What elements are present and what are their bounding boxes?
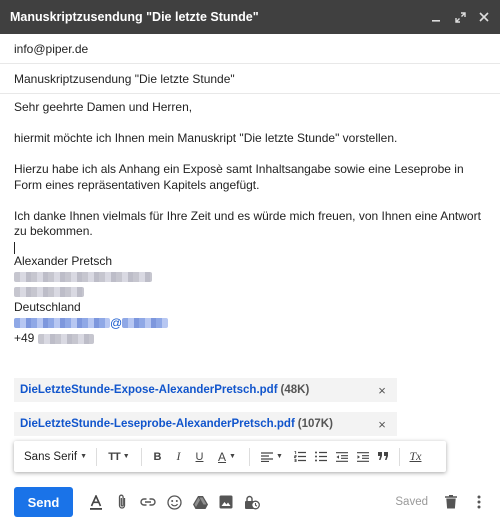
more-options-icon[interactable]	[468, 491, 490, 513]
numbered-list-button[interactable]	[289, 446, 310, 468]
font-size-button[interactable]: TT ▼	[102, 446, 136, 468]
text-color-button[interactable]: A ▼	[210, 446, 244, 468]
toolbar-divider	[96, 447, 97, 466]
text-size-icon: TT	[108, 450, 120, 463]
redacted-address-1	[14, 269, 484, 285]
chevron-down-icon: ▼	[276, 453, 283, 460]
compose-titlebar[interactable]: Manuskriptzusendung "Die letzte Stunde"	[0, 0, 500, 34]
underline-button[interactable]: U	[189, 446, 210, 468]
toolbar-divider	[249, 447, 250, 466]
insert-link-icon[interactable]	[137, 491, 159, 513]
attachment-size: (107K)	[297, 418, 333, 430]
bulleted-list-button[interactable]	[310, 446, 331, 468]
signature-name: Alexander Pretsch	[14, 253, 113, 268]
country-text: Deutschland	[14, 300, 81, 314]
italic-icon: I	[176, 449, 181, 463]
indent-less-icon	[335, 451, 348, 462]
toolbar-divider	[141, 447, 142, 466]
indent-more-button[interactable]	[352, 446, 373, 468]
chevron-down-icon: ▼	[229, 453, 236, 460]
to-recipient[interactable]: info@piper.de	[14, 42, 88, 56]
indent-less-button[interactable]	[331, 446, 352, 468]
text-color-icon: A	[218, 449, 227, 464]
subject-text: Manuskriptzusendung "Die letzte Stunde"	[14, 71, 235, 86]
emoji-icon[interactable]	[163, 491, 185, 513]
greeting-text: Sehr geehrte Damen und Herren,	[14, 100, 193, 114]
remove-attachment-icon[interactable]: ×	[375, 383, 389, 398]
numbered-list-icon	[293, 451, 306, 462]
subject-field[interactable]: Manuskriptzusendung "Die letzte Stunde"	[0, 64, 500, 94]
phone-prefix: +49	[14, 331, 35, 345]
compose-title: Manuskriptzusendung "Die letzte Stunde"	[10, 10, 259, 24]
attach-file-icon[interactable]	[111, 491, 133, 513]
attachment-size: (48K)	[280, 384, 310, 396]
formatting-toolbar: Sans Serif ▼ TT ▼ B I U A ▼ ▼ Tx	[14, 441, 446, 472]
font-family-label: Sans Serif	[24, 450, 78, 463]
saved-status: Saved	[395, 496, 428, 508]
bulleted-list-icon	[314, 451, 327, 462]
clear-formatting-icon: Tx	[409, 449, 422, 463]
attachment-chip[interactable]: DieLetzteStunde-Leseprobe-AlexanderPrets…	[14, 412, 397, 436]
compose-bottom-bar: Send Saved	[0, 484, 500, 520]
font-family-select[interactable]: Sans Serif ▼	[20, 451, 91, 463]
paragraph-2: Hierzu habe ich als Anhang ein Exposè sa…	[14, 162, 464, 192]
expand-icon[interactable]	[454, 11, 466, 23]
to-field[interactable]: info@piper.de	[0, 34, 500, 64]
underline-icon: U	[195, 450, 204, 463]
chevron-down-icon: ▼	[80, 453, 87, 460]
attachment-name[interactable]: DieLetzteStunde-Leseprobe-AlexanderPrets…	[20, 418, 295, 430]
message-body[interactable]: Sehr geehrte Damen und Herren, hiermit m…	[14, 100, 484, 347]
indent-more-icon	[356, 451, 369, 462]
email-at[interactable]: @	[110, 316, 122, 330]
text-cursor	[14, 241, 15, 254]
quote-icon	[378, 452, 388, 460]
paragraph-1: hiermit möchte ich Ihnen mein Manuskript…	[14, 131, 398, 145]
send-button[interactable]: Send	[14, 487, 73, 517]
insert-photo-icon[interactable]	[215, 491, 237, 513]
minimize-icon[interactable]	[430, 11, 442, 23]
remove-attachment-icon[interactable]: ×	[375, 417, 389, 432]
italic-button[interactable]: I	[168, 446, 189, 468]
redacted-address-2	[14, 285, 484, 301]
close-icon[interactable]	[478, 11, 490, 23]
attachment-name[interactable]: DieLetzteStunde-Expose-AlexanderPretsch.…	[20, 384, 278, 396]
paragraph-3: Ich danke Ihnen vielmals für Ihre Zeit u…	[14, 208, 481, 239]
email-line[interactable]: @	[14, 316, 484, 332]
bold-button[interactable]: B	[147, 446, 168, 468]
confidential-mode-icon[interactable]	[241, 491, 263, 513]
chevron-down-icon: ▼	[122, 453, 130, 460]
remove-formatting-button[interactable]: Tx	[405, 446, 426, 468]
bold-icon: B	[153, 450, 162, 463]
phone-line: +49	[14, 331, 484, 347]
google-drive-icon[interactable]	[189, 491, 211, 513]
align-left-icon	[261, 451, 274, 462]
attachment-chip[interactable]: DieLetzteStunde-Expose-AlexanderPretsch.…	[14, 378, 397, 402]
formatting-options-icon[interactable]	[85, 491, 107, 513]
delete-draft-icon[interactable]	[440, 491, 462, 513]
align-button[interactable]: ▼	[255, 446, 289, 468]
toolbar-divider	[399, 447, 400, 466]
quote-button[interactable]	[373, 446, 394, 468]
